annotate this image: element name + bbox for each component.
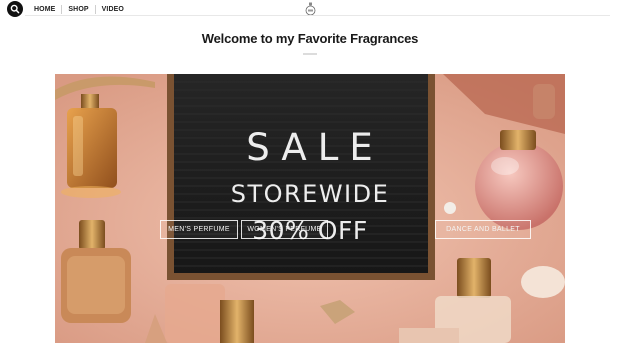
perfume-bottle-logo-icon[interactable] [305,2,316,16]
main-nav: HOME SHOP VIDEO [34,5,124,14]
womens-perfume-button[interactable]: WOMEN'S PERFUME [241,220,328,239]
mens-perfume-button[interactable]: MEN'S PERFUME [160,220,238,239]
title-divider [303,53,317,55]
nav-item-shop[interactable]: SHOP [68,6,88,13]
sale-board-text: SALE [246,126,384,169]
search-icon [10,4,20,14]
nav-item-home[interactable]: HOME [34,6,55,13]
hero-banner: SALE STOREWIDE 30% OFF MEN'S PERFUME WOM… [55,74,565,343]
nav-separator [61,5,63,14]
storewide-board-text: STOREWIDE [230,180,390,208]
nav-item-video[interactable]: VIDEO [102,6,124,13]
nav-separator [94,5,96,14]
category-buttons: MEN'S PERFUME WOMEN'S PERFUME DANCE AND … [160,220,531,239]
header-divider [25,15,610,16]
dance-and-ballet-button[interactable]: DANCE AND BALLET [435,220,531,239]
page-title: Welcome to my Favorite Fragrances [201,31,419,46]
top-navigation-bar: HOME SHOP VIDEO [0,0,620,19]
hero-background-illustration [55,74,565,343]
search-button[interactable] [7,1,23,17]
